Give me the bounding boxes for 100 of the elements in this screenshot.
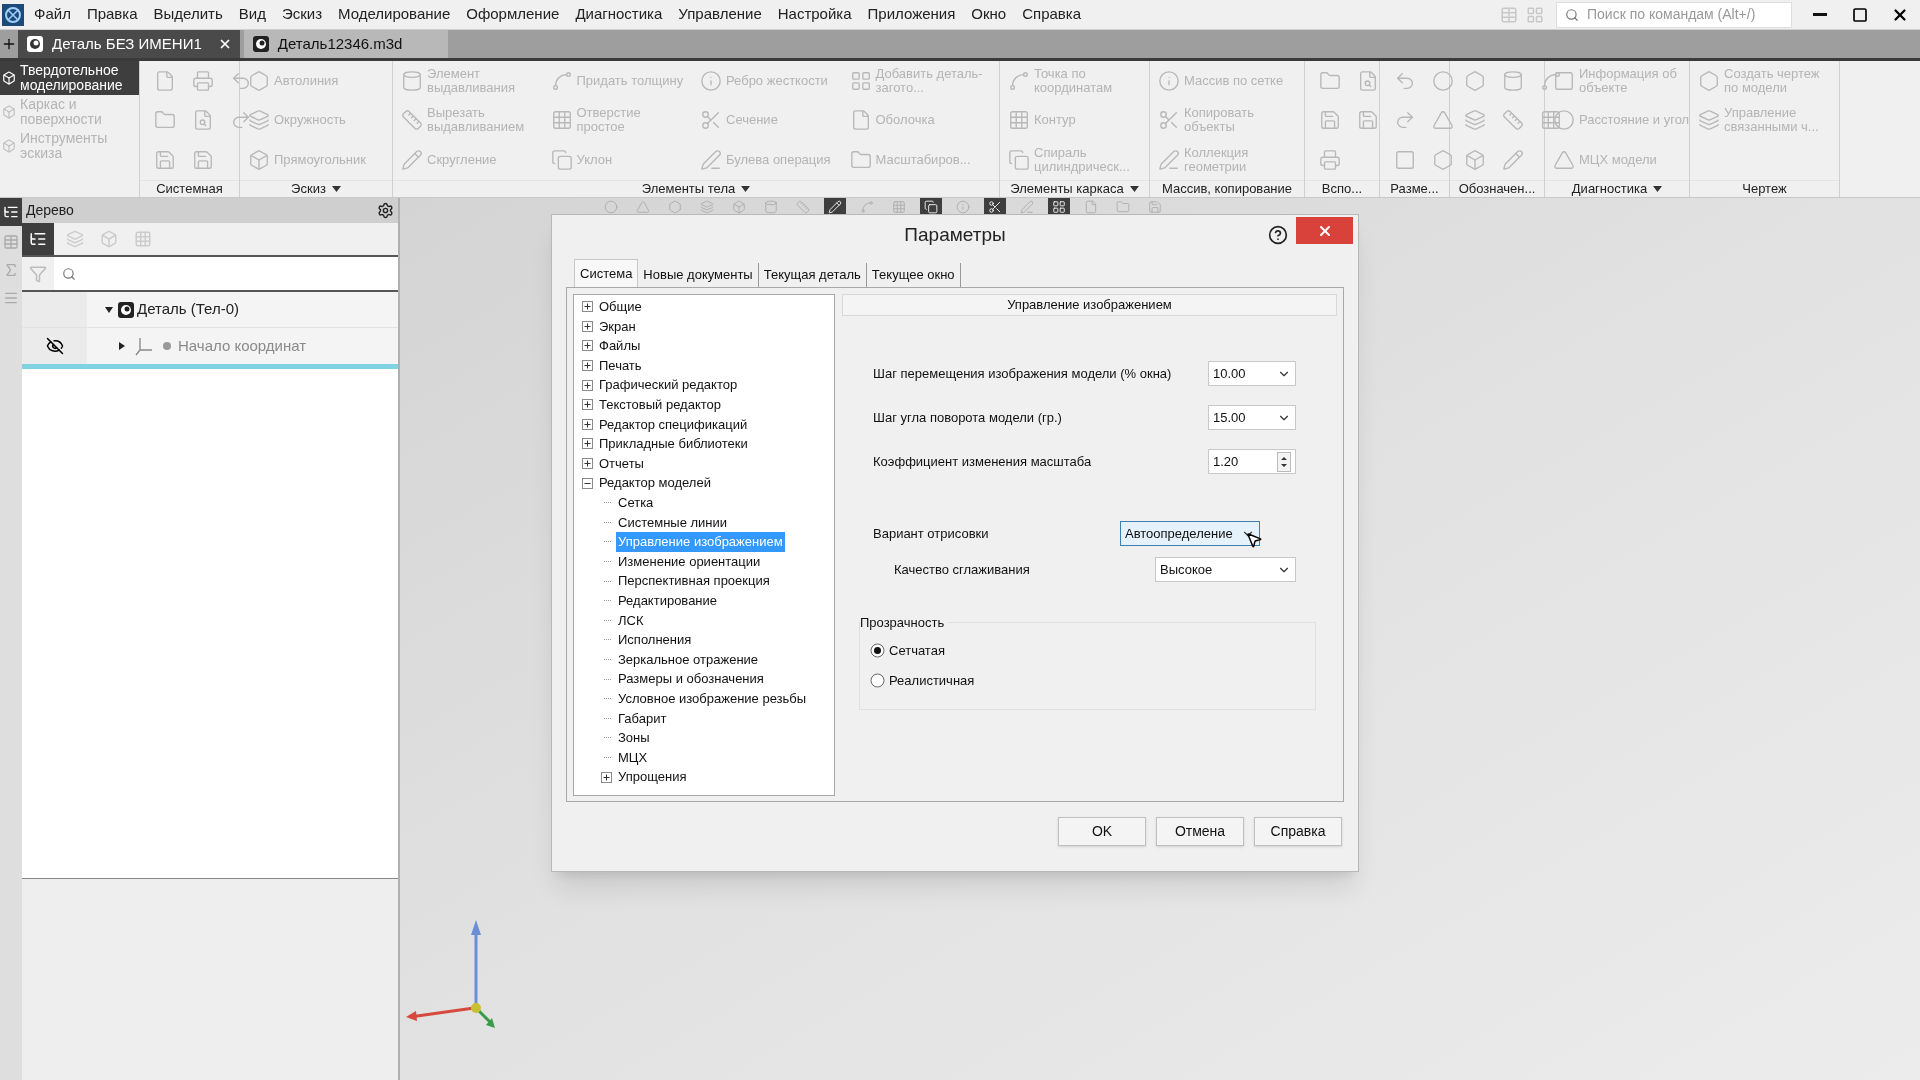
expand-icon[interactable]	[582, 399, 593, 411]
dropdown-triangle-icon[interactable]	[741, 186, 751, 192]
command-search-field[interactable]: Поиск по командам (Alt+/)	[1556, 1, 1792, 28]
menu-item[interactable]: Окно	[963, 0, 1015, 29]
dropdown-triangle-icon[interactable]	[331, 186, 341, 192]
dropdown-field[interactable]: Автоопределение	[1120, 521, 1260, 546]
dropdown-field[interactable]: 15.00	[1208, 405, 1296, 430]
tree-item[interactable]: Исполнения	[616, 630, 694, 650]
tree-item[interactable]: Отчеты	[597, 453, 646, 474]
cube-icon[interactable]	[100, 230, 118, 248]
tree-item[interactable]: Редактор моделей	[597, 473, 713, 493]
expand-icon[interactable]	[582, 379, 593, 391]
document-tab[interactable]: Деталь БЕЗ ИМЕНИ1	[18, 30, 240, 58]
document-tab[interactable]: Деталь12346.m3d	[243, 30, 449, 58]
menu-item[interactable]: Управление	[670, 0, 770, 29]
expand-triangle-icon[interactable]	[105, 305, 113, 314]
expand-icon[interactable]	[582, 320, 593, 332]
part-icon	[251, 35, 270, 53]
menu-item[interactable]: Моделирование	[330, 0, 459, 29]
dropdown-triangle-icon[interactable]	[1653, 186, 1663, 192]
tree-item[interactable]: Общие	[597, 297, 644, 317]
tree-item[interactable]: Перспективная проекция	[616, 571, 772, 591]
menu-item[interactable]: Настройка	[769, 0, 860, 29]
tree-order-icon[interactable]	[29, 230, 47, 248]
dialog-tab[interactable]: Система	[574, 259, 639, 287]
tree-item[interactable]: МЦХ	[616, 747, 650, 768]
part-icon	[117, 300, 135, 319]
circle-icon	[604, 200, 618, 214]
menu-item[interactable]: Файл	[26, 0, 79, 29]
radio-icon[interactable]	[870, 643, 885, 659]
tree-item[interactable]: ЛСК	[616, 610, 646, 631]
tree-item[interactable]: Редактирование	[616, 590, 720, 611]
tree-item[interactable]: Размеры и обозначения	[616, 669, 766, 689]
dialog-button[interactable]: Справка	[1254, 817, 1342, 846]
settings-icon[interactable]	[377, 202, 394, 219]
collapse-icon[interactable]	[582, 477, 593, 489]
table-icon[interactable]	[3, 234, 19, 250]
dialog-button[interactable]: OK	[1058, 817, 1146, 846]
tree-item[interactable]: Зоны	[616, 728, 652, 748]
visibility-cell[interactable]	[22, 292, 87, 327]
dialog-button[interactable]: Отмена	[1156, 817, 1244, 846]
tree-item[interactable]: Изменение ориентации	[616, 551, 763, 572]
part-icon	[26, 35, 44, 53]
number-spinner[interactable]: 1.20	[1208, 449, 1296, 474]
tree-item[interactable]: Экран	[597, 316, 638, 337]
help-icon[interactable]	[1268, 225, 1288, 245]
tree-item[interactable]: Файлы	[597, 336, 643, 356]
tree-item[interactable]: Габарит	[616, 708, 669, 728]
formula-icon[interactable]	[3, 262, 19, 278]
expand-icon[interactable]	[582, 301, 593, 313]
expand-icon[interactable]	[582, 458, 593, 470]
tree-node-label[interactable]: Деталь (Тел-0)	[137, 298, 240, 321]
tree-item[interactable]: Прикладные библиотеки	[597, 434, 750, 454]
radio-option[interactable]: Реалистичная	[870, 670, 975, 690]
tree-item[interactable]: Упрощения	[616, 767, 689, 787]
file-search-icon	[192, 109, 214, 132]
tree-item[interactable]: Системные линии	[616, 512, 730, 533]
dropdown-field[interactable]: 10.00	[1208, 361, 1296, 386]
grid-icon[interactable]	[1526, 5, 1544, 24]
expand-icon[interactable]	[582, 418, 593, 430]
menu-item[interactable]: Приложения	[859, 0, 964, 29]
tree-item[interactable]: Условное изображение резьбы	[616, 688, 809, 709]
dropdown-triangle-icon[interactable]	[1129, 186, 1139, 192]
grid-icon[interactable]	[134, 230, 152, 248]
menu-item[interactable]: Оформление	[458, 0, 568, 29]
expand-icon[interactable]	[582, 340, 593, 352]
search-icon[interactable]	[62, 266, 76, 281]
expand-triangle-icon[interactable]	[118, 342, 126, 350]
tree-item[interactable]: Графический редактор	[597, 375, 740, 395]
menu-item[interactable]: Выделить	[145, 0, 231, 29]
spinner-arrows-icon[interactable]	[1277, 451, 1291, 472]
layers-icon[interactable]	[66, 230, 84, 248]
tree-item[interactable]: Сетка	[616, 493, 656, 513]
file-search-icon	[1357, 69, 1379, 92]
cursor-icon	[1245, 531, 1263, 549]
tree-item[interactable]: Зеркальное отражение	[616, 649, 761, 670]
tree-item[interactable]: Редактор спецификаций	[597, 414, 750, 435]
menu-icon[interactable]	[3, 290, 19, 306]
mode-button[interactable]: Твердотельное моделирование	[0, 61, 139, 95]
expand-icon[interactable]	[582, 438, 593, 450]
menu-item[interactable]: Вид	[230, 0, 274, 29]
expand-icon[interactable]	[601, 771, 612, 783]
filter-icon[interactable]	[29, 264, 47, 283]
tree-item[interactable]: Текстовый редактор	[597, 395, 724, 415]
menu-item[interactable]: Эскиз	[273, 0, 330, 29]
tree-view-icon[interactable]	[3, 204, 19, 220]
menu-item[interactable]: Правка	[78, 0, 146, 29]
visibility-cell[interactable]	[22, 328, 87, 364]
panel-icon[interactable]	[1500, 5, 1518, 24]
dropdown-field[interactable]: Высокое	[1155, 557, 1296, 582]
tree-item[interactable]: Печать	[597, 355, 644, 376]
radio-icon[interactable]	[870, 672, 885, 688]
add-tab-icon[interactable]	[1, 36, 17, 52]
pen-icon	[1158, 149, 1180, 172]
dialog-close-button[interactable]	[1296, 217, 1353, 244]
expand-icon[interactable]	[582, 360, 593, 372]
menu-item[interactable]: Справка	[1014, 0, 1090, 29]
file-icon	[154, 69, 176, 92]
radio-option[interactable]: Сетчатая	[870, 641, 945, 661]
menu-item[interactable]: Диагностика	[567, 0, 671, 29]
